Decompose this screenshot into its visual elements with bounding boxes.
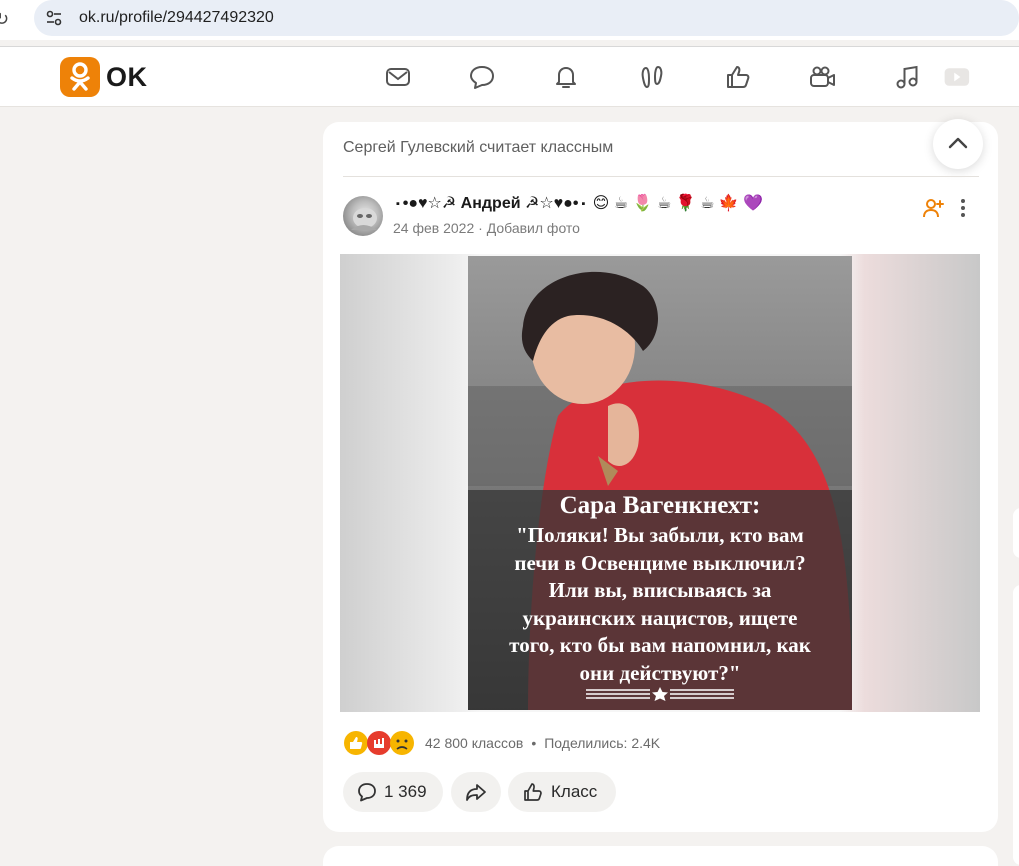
url-field[interactable]: ok.ru/profile/294427492320 [34, 0, 1019, 36]
meta-separator: · [478, 220, 487, 236]
stats-separator: • [531, 735, 537, 751]
cart-icon[interactable] [1008, 63, 1019, 91]
scroll-top-button[interactable] [933, 119, 983, 169]
post-date[interactable]: 24 фев 2022 [393, 220, 474, 236]
right-column-cards [1013, 120, 1019, 866]
klass-button[interactable]: Класс [508, 772, 616, 812]
caption-text: "Поляки! Вы забыли, кто вам печи в Освен… [509, 523, 811, 685]
right-card-2 [1013, 585, 1019, 865]
mail-icon[interactable] [384, 63, 412, 91]
likes-icon[interactable] [724, 63, 752, 91]
add-friend-icon[interactable] [921, 196, 945, 220]
video-icon[interactable] [808, 63, 836, 91]
reload-icon[interactable]: ↻ [0, 9, 9, 30]
feed-post-card: Сергей Гулевский считает классным ٠•●♥☆☭… [323, 119, 998, 832]
next-feed-card [323, 846, 998, 866]
star-decoration [584, 686, 736, 702]
more-options-icon[interactable] [953, 196, 973, 220]
site-header: OK [0, 47, 1019, 107]
share-icon [466, 784, 486, 801]
comments-button[interactable]: 1 369 [343, 772, 443, 812]
logo-text[interactable]: OK [106, 62, 148, 93]
site-info-icon[interactable] [44, 8, 64, 28]
chat-icon[interactable] [468, 63, 496, 91]
klass-label: Класс [551, 782, 598, 801]
play-icon[interactable] [942, 63, 974, 91]
sad-reaction-icon [390, 731, 414, 755]
liked-by-text[interactable]: Сергей Гулевский считает классным [343, 139, 613, 157]
guests-icon[interactable] [638, 63, 666, 91]
reactions-summary[interactable] [343, 730, 419, 756]
card-divider [343, 176, 979, 177]
photo-image: Сара Вагенкнехт: "Поляки! Вы забыли, кто… [468, 256, 852, 710]
comments-count: 1 369 [384, 782, 427, 801]
avatar[interactable] [343, 196, 383, 236]
post-photo[interactable]: Сара Вагенкнехт: "Поляки! Вы забыли, кто… [340, 254, 980, 712]
classes-count[interactable]: 42 800 классов [425, 735, 523, 751]
chevron-up-icon [948, 137, 968, 149]
browser-address-bar: ↻ ok.ru/profile/294427492320 [0, 0, 1019, 40]
right-card-1 [1013, 508, 1019, 558]
author-name[interactable]: ٠•●♥☆☭ Андрей ☭☆♥●•٠ 😊 ☕ 🌷 ☕ 🌹 ☕ 🍁 💜 [393, 193, 763, 213]
caption-title: Сара Вагенкнехт: [559, 492, 761, 519]
post-stats: 42 800 классов • Поделились: 2.4K [425, 735, 660, 751]
post-meta: 24 фев 2022 · Добавил фото [393, 220, 580, 236]
like-icon [524, 783, 542, 801]
music-icon[interactable] [893, 63, 921, 91]
comment-icon [358, 783, 376, 802]
ok-logo-icon[interactable] [60, 57, 100, 97]
post-action: Добавил фото [486, 220, 580, 236]
bell-icon[interactable] [552, 63, 580, 91]
shares-count[interactable]: Поделились: 2.4K [544, 735, 660, 751]
share-button[interactable] [451, 772, 501, 812]
url-text: ok.ru/profile/294427492320 [79, 9, 274, 26]
